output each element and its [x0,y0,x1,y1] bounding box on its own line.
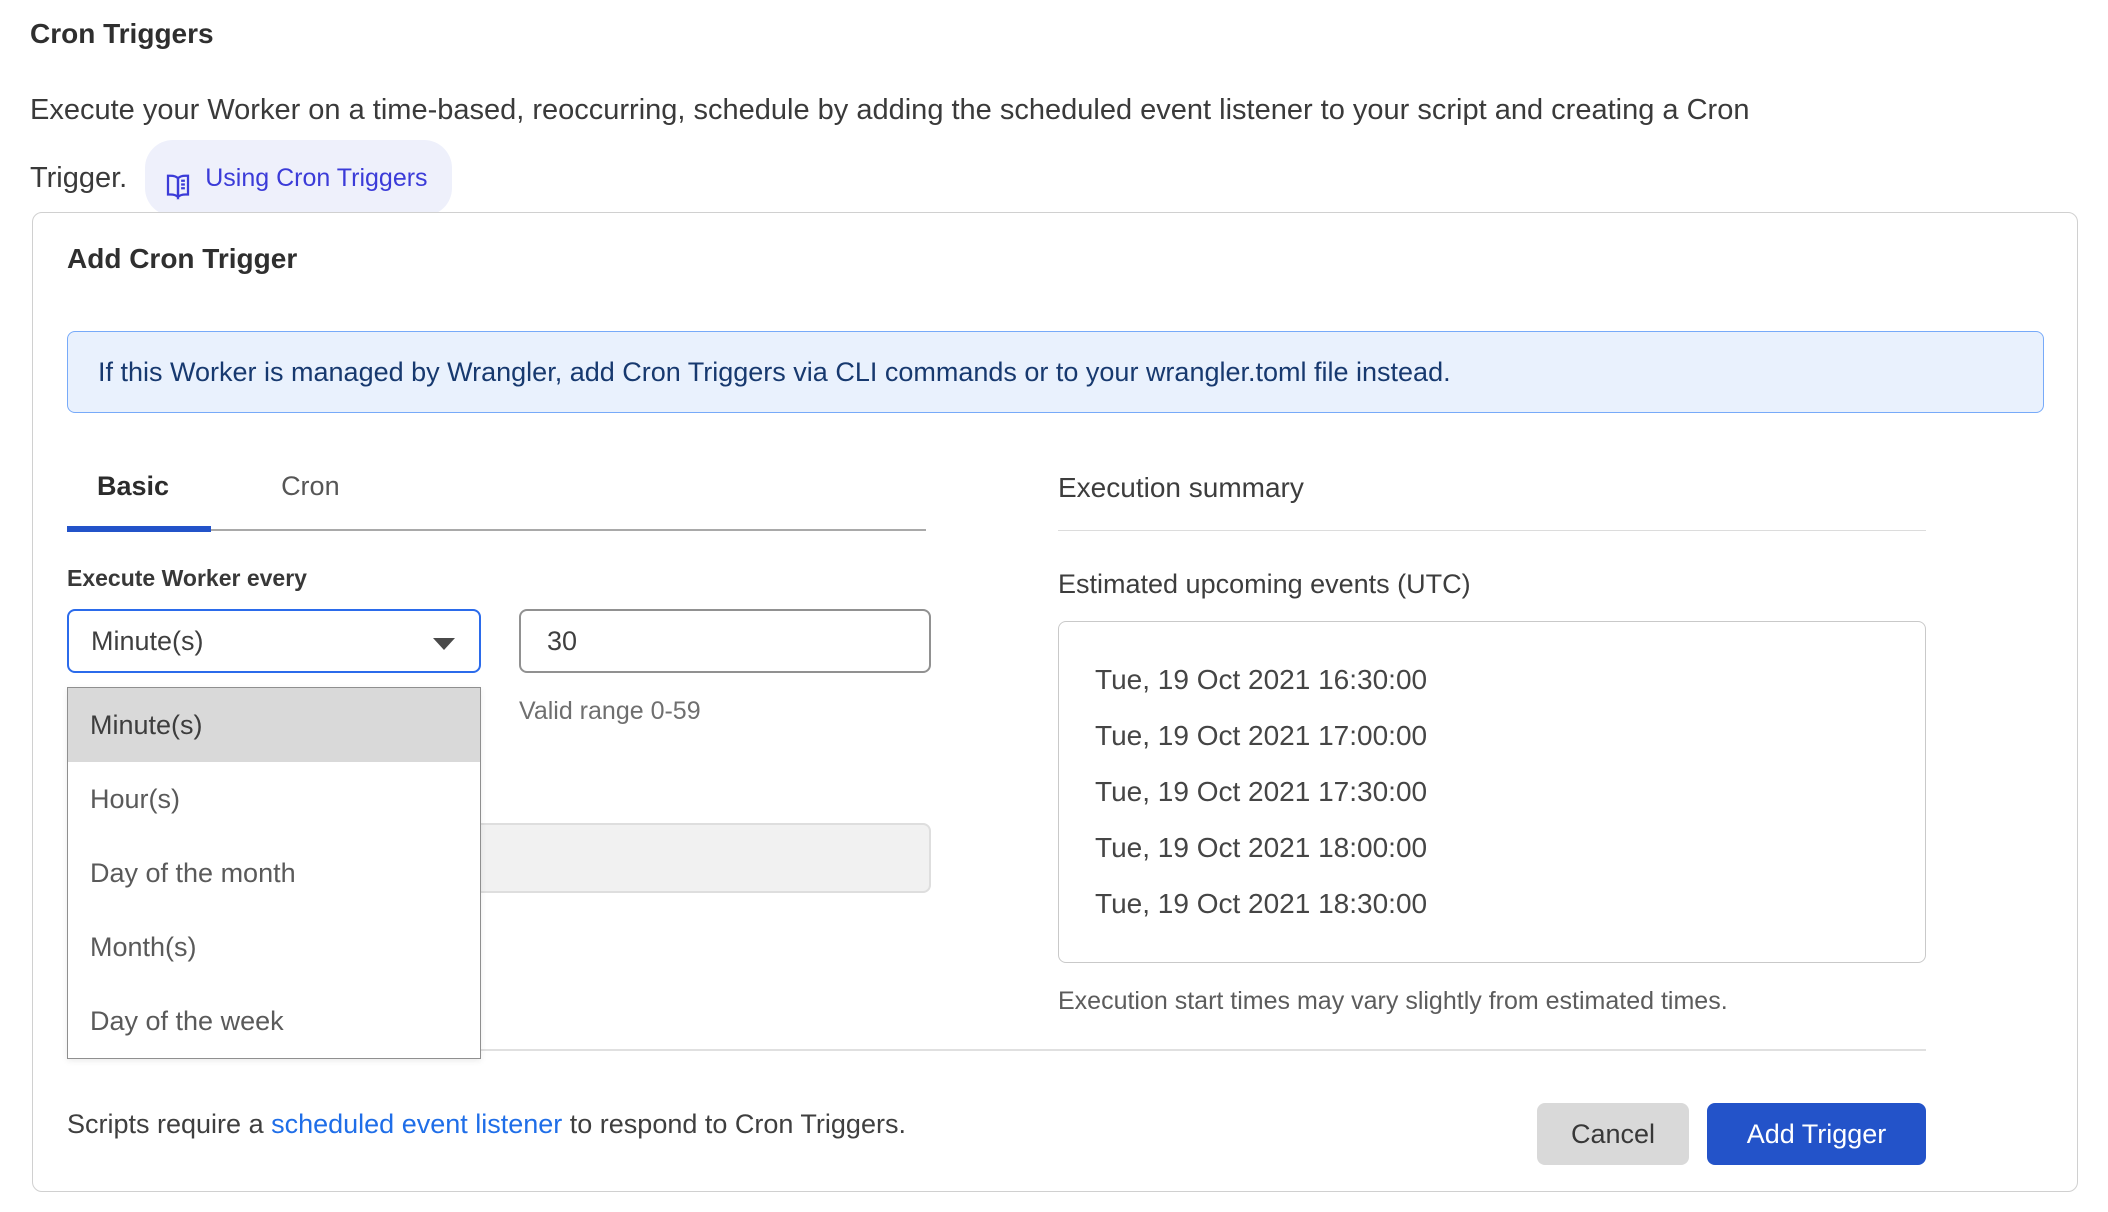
valid-range-helper: Valid range 0-59 [519,697,701,726]
page-title: Cron Triggers [30,18,214,50]
chevron-down-icon [433,638,455,650]
interval-value-input[interactable]: 30 [519,609,931,673]
event-row: Tue, 19 Oct 2021 16:30:00 [1095,652,1925,708]
active-tab-indicator [67,526,211,532]
dropdown-option-months[interactable]: Month(s) [68,910,480,984]
footer-text-before: Scripts require a [67,1109,271,1139]
interval-unit-value: Minute(s) [91,626,204,657]
footer-text: Scripts require a scheduled event listen… [67,1109,906,1140]
tab-cron[interactable]: Cron [251,471,340,527]
estimated-events-subtitle: Estimated upcoming events (UTC) [1058,569,1471,600]
mode-tabs: Basic Cron [67,471,340,527]
book-icon [163,163,193,193]
event-row: Tue, 19 Oct 2021 18:30:00 [1095,876,1925,932]
wrangler-info-banner: If this Worker is managed by Wrangler, a… [67,331,2044,413]
interval-value: 30 [547,626,577,657]
footer-text-after: to respond to Cron Triggers. [562,1109,906,1139]
event-row: Tue, 19 Oct 2021 18:00:00 [1095,820,1925,876]
dropdown-option-day-of-month[interactable]: Day of the month [68,836,480,910]
using-cron-triggers-link[interactable]: Using Cron Triggers [145,140,451,216]
event-row: Tue, 19 Oct 2021 17:00:00 [1095,708,1925,764]
wrangler-info-text: If this Worker is managed by Wrangler, a… [98,357,1451,388]
dropdown-option-minutes[interactable]: Minute(s) [68,688,480,762]
dropdown-option-hours[interactable]: Hour(s) [68,762,480,836]
execution-summary-title: Execution summary [1058,472,1304,504]
event-row: Tue, 19 Oct 2021 17:30:00 [1095,764,1925,820]
add-cron-trigger-card: Add Cron Trigger If this Worker is manag… [32,212,2078,1192]
description-line-1: Execute your Worker on a time-based, reo… [30,80,1749,140]
description-line-2: Trigger. [30,148,127,208]
page-description: Execute your Worker on a time-based, reo… [30,80,1749,216]
add-trigger-button[interactable]: Add Trigger [1707,1103,1926,1165]
scheduled-event-listener-link[interactable]: scheduled event listener [271,1109,562,1139]
execute-worker-every-label: Execute Worker every [67,565,307,592]
summary-divider [1058,530,1926,531]
tab-basic[interactable]: Basic [67,471,169,527]
using-cron-triggers-label: Using Cron Triggers [205,148,427,208]
estimated-events-list: Tue, 19 Oct 2021 16:30:00 Tue, 19 Oct 20… [1058,621,1926,963]
interval-unit-dropdown: Minute(s) Hour(s) Day of the month Month… [67,687,481,1059]
card-title: Add Cron Trigger [67,243,297,275]
execution-times-note: Execution start times may vary slightly … [1058,987,1728,1016]
interval-unit-select[interactable]: Minute(s) [67,609,481,673]
cancel-button[interactable]: Cancel [1537,1103,1689,1165]
cron-triggers-page: Cron Triggers Execute your Worker on a t… [0,0,2108,1212]
dropdown-option-day-of-week[interactable]: Day of the week [68,984,480,1058]
